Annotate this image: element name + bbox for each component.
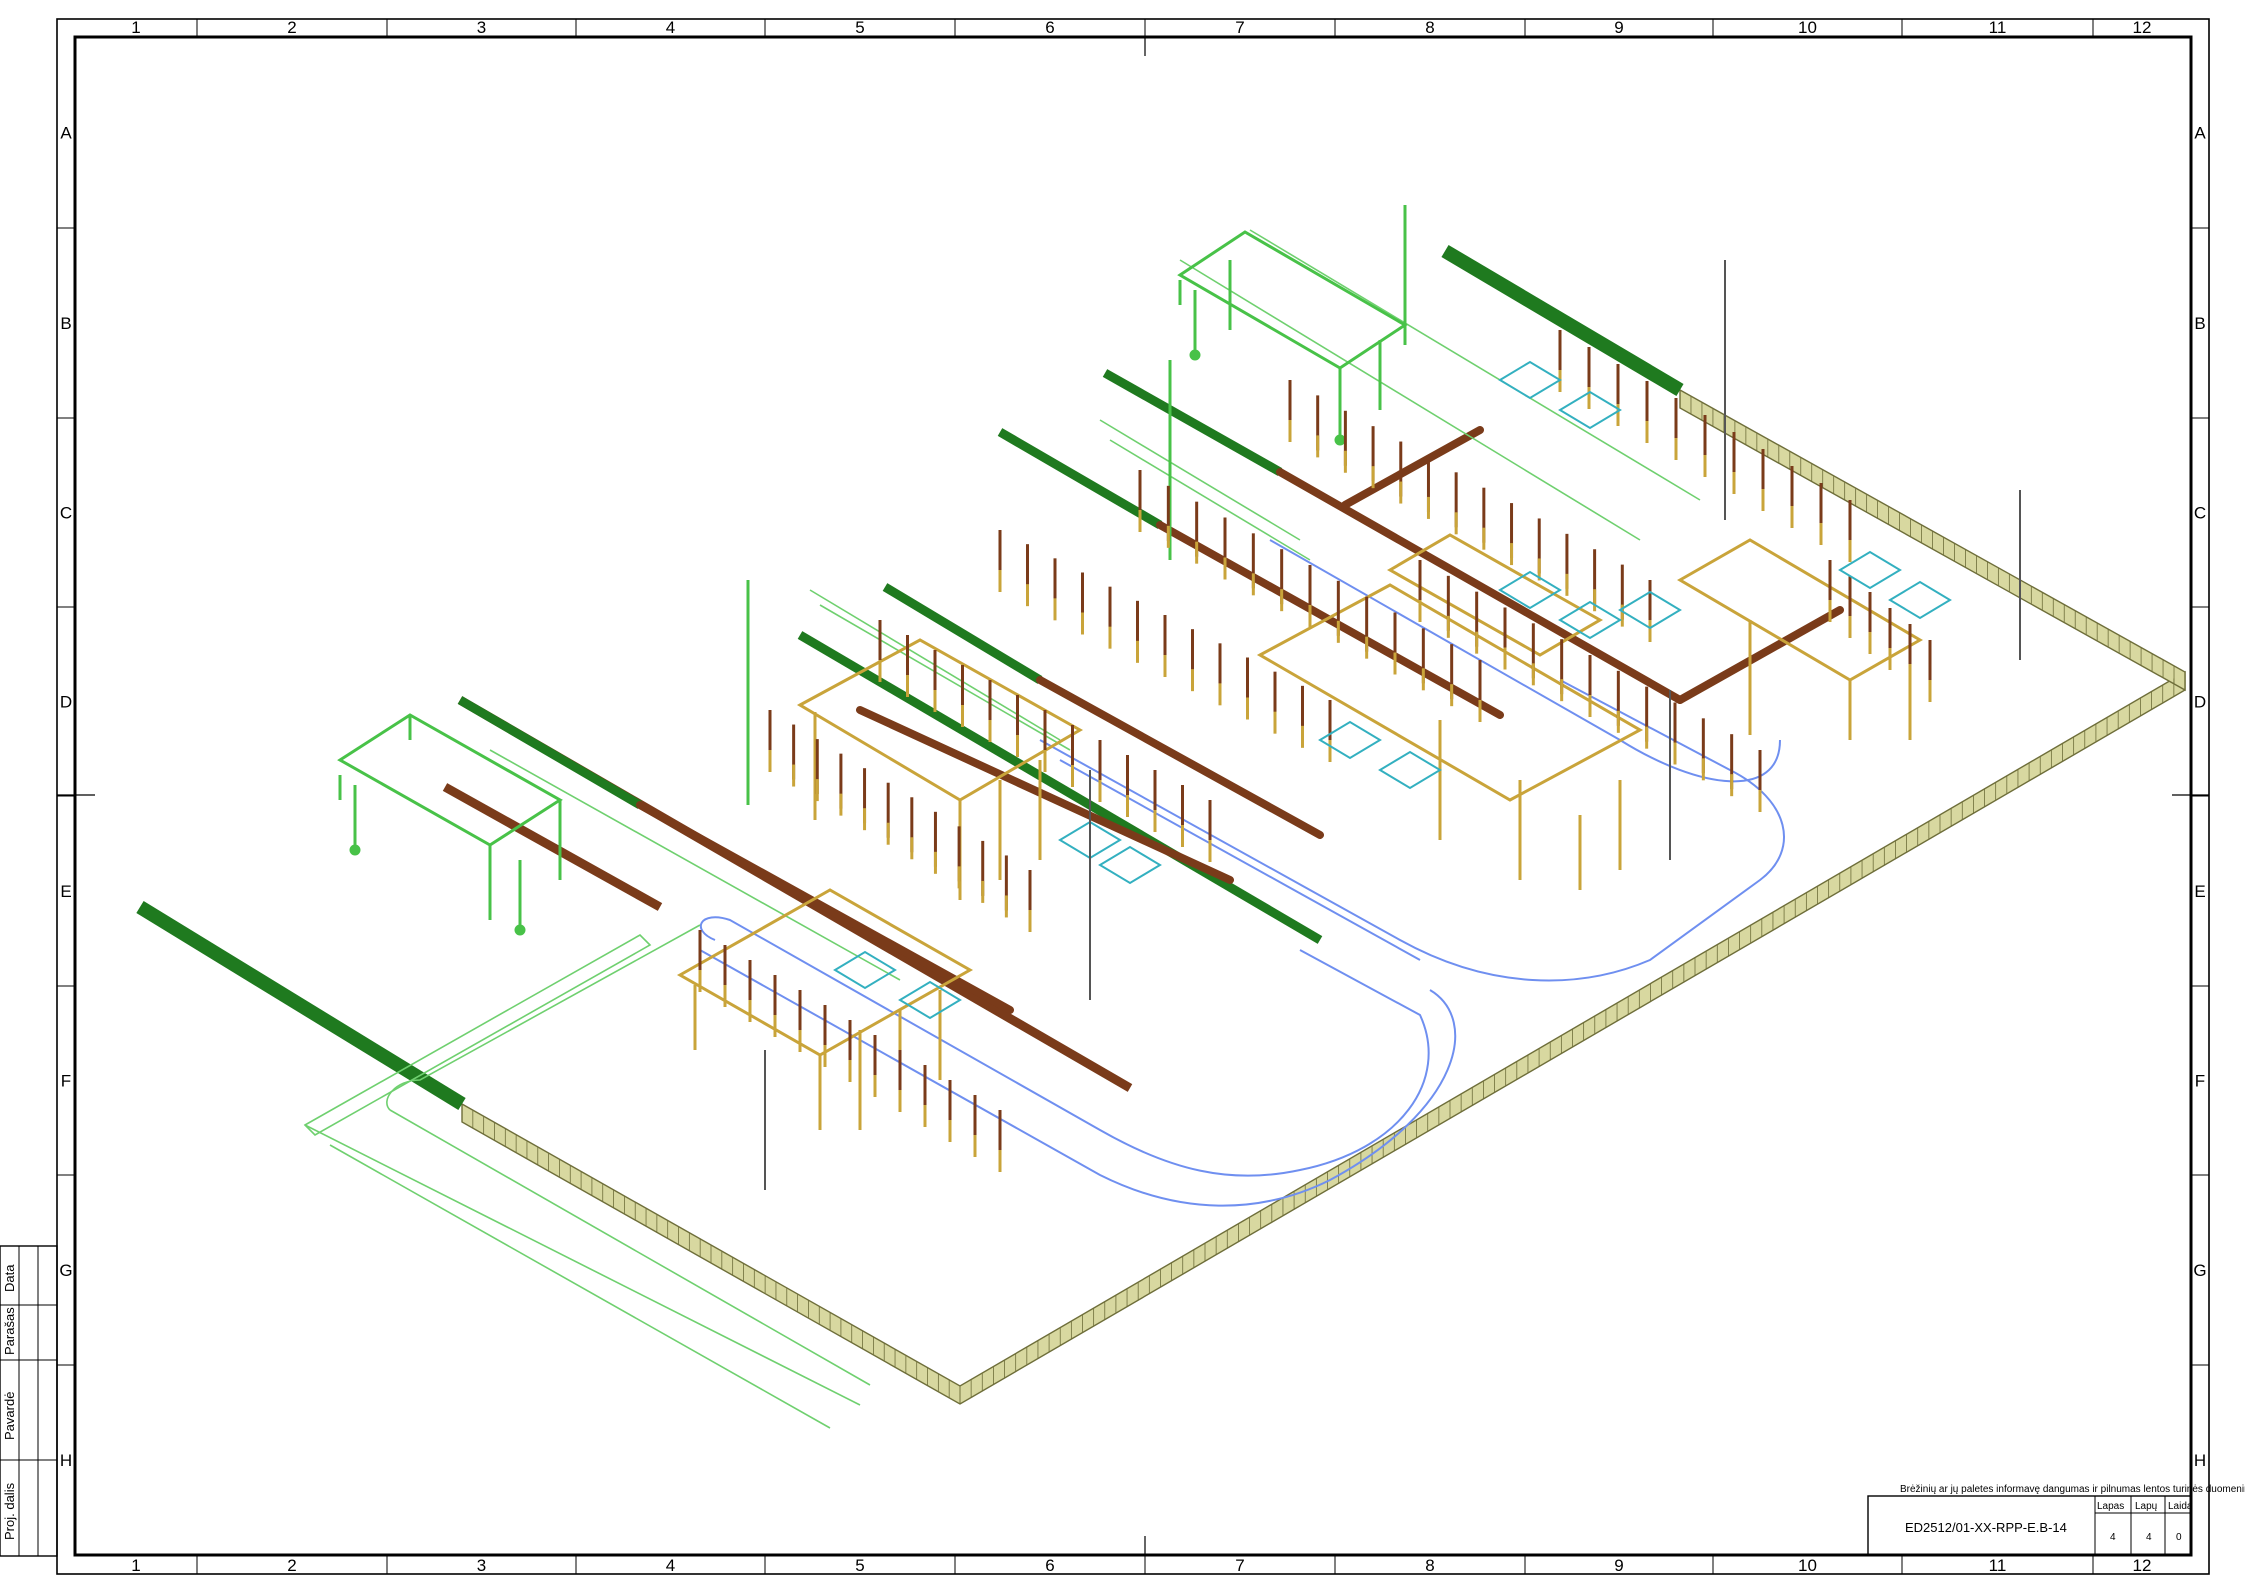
column-label-bottom: 3 — [477, 1556, 486, 1575]
column-label-top: 10 — [1798, 18, 1817, 37]
stamp-label-data: Data — [2, 1264, 17, 1292]
column-label-top: 3 — [477, 18, 486, 37]
outer-frame — [56, 18, 2210, 1575]
column-label-bottom: 6 — [1045, 1556, 1054, 1575]
column-label-top: 5 — [855, 18, 864, 37]
row-label-right: A — [2194, 124, 2206, 143]
column-label-bottom: 2 — [287, 1556, 296, 1575]
column-label-bottom: 4 — [666, 1556, 675, 1575]
row-label-left: E — [60, 882, 71, 901]
sheet-value: 4 — [2110, 1532, 2116, 1543]
row-label-left: G — [59, 1261, 72, 1280]
row-label-left: C — [60, 504, 72, 523]
zone-grid: 112233445566778899101011111212A AB BC CD DE E… — [57, 18, 2209, 1575]
busbars — [636, 426, 1844, 1014]
column-label-bottom: 12 — [2133, 1556, 2152, 1575]
stamp-label-project-part: Proj. dalis — [2, 1482, 17, 1540]
revision-value: 0 — [2176, 1532, 2182, 1543]
internal-road — [699, 539, 1785, 1207]
stamp-label-surname: Pavardė — [2, 1392, 17, 1440]
cable-hedges — [136, 244, 1684, 1110]
column-label-top: 11 — [1989, 18, 2007, 37]
column-label-bottom: 1 — [131, 1556, 140, 1575]
equipment-posts — [698, 330, 1932, 1172]
row-label-right: G — [2193, 1261, 2206, 1280]
row-label-right: H — [2194, 1451, 2206, 1470]
revision-label: Laida — [2168, 1501, 2193, 1512]
row-label-left: H — [60, 1451, 72, 1470]
column-label-top: 7 — [1235, 18, 1244, 37]
drawing-sheet: 112233445566778899101011111212A AB BC CD DE E… — [0, 18, 2245, 1575]
row-label-right: D — [2194, 693, 2206, 712]
column-label-top: 2 — [287, 18, 296, 37]
drawing-number: ED2512/01-XX-RPP-E.B-14 — [1905, 1520, 2067, 1535]
row-label-right: B — [2194, 314, 2205, 333]
column-label-top: 4 — [666, 18, 675, 37]
sheets-label: Lapų — [2135, 1501, 2158, 1512]
column-label-bottom: 7 — [1235, 1556, 1244, 1575]
side-stamp: Data Parašas Pavardė Proj. dalis — [0, 1245, 58, 1557]
row-label-right: C — [2194, 504, 2206, 523]
column-label-top: 12 — [2133, 18, 2152, 37]
row-label-left: A — [60, 124, 72, 143]
column-label-bottom: 10 — [1798, 1556, 1817, 1575]
row-label-left: F — [61, 1072, 71, 1091]
sheet-label: Lapas — [2097, 1501, 2124, 1512]
column-label-top: 9 — [1614, 18, 1623, 37]
row-label-left: B — [60, 314, 71, 333]
column-label-top: 6 — [1045, 18, 1054, 37]
stamp-label-signature: Parašas — [2, 1307, 17, 1355]
inner-frame — [73, 35, 2193, 1557]
substation-drawing — [136, 205, 2186, 1429]
column-label-bottom: 11 — [1989, 1556, 2007, 1575]
title-block-note: Brėžinių ar jų paletes informavę danguma… — [1900, 1484, 2245, 1495]
column-label-bottom: 9 — [1614, 1556, 1623, 1575]
column-label-top: 8 — [1425, 18, 1434, 37]
sheets-value: 4 — [2146, 1532, 2152, 1543]
column-label-top: 1 — [131, 18, 140, 37]
title-block: Brėžinių ar jų paletes informavę danguma… — [1867, 1484, 2245, 1556]
row-label-right: F — [2195, 1072, 2205, 1091]
column-label-bottom: 8 — [1425, 1556, 1434, 1575]
row-label-left: D — [60, 693, 72, 712]
column-label-bottom: 5 — [855, 1556, 864, 1575]
row-label-right: E — [2194, 882, 2205, 901]
